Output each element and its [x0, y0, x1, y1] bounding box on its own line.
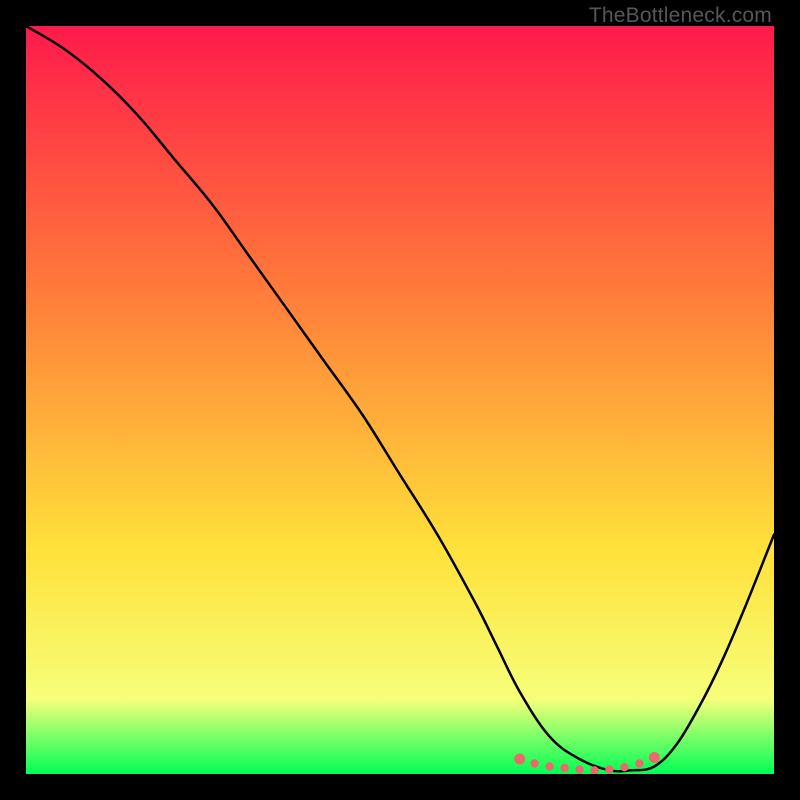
optimal-marker	[530, 759, 538, 767]
optimal-marker	[514, 754, 525, 765]
optimal-marker	[575, 765, 583, 773]
optimal-marker	[620, 763, 628, 771]
optimal-marker	[545, 762, 553, 770]
optimal-marker	[560, 764, 568, 772]
optimal-marker	[635, 759, 643, 767]
chart-frame	[26, 26, 774, 774]
optimal-marker	[605, 765, 613, 773]
gradient-background	[26, 26, 774, 774]
watermark-text: TheBottleneck.com	[589, 4, 772, 28]
bottleneck-chart	[26, 26, 774, 774]
optimal-marker	[649, 752, 660, 763]
